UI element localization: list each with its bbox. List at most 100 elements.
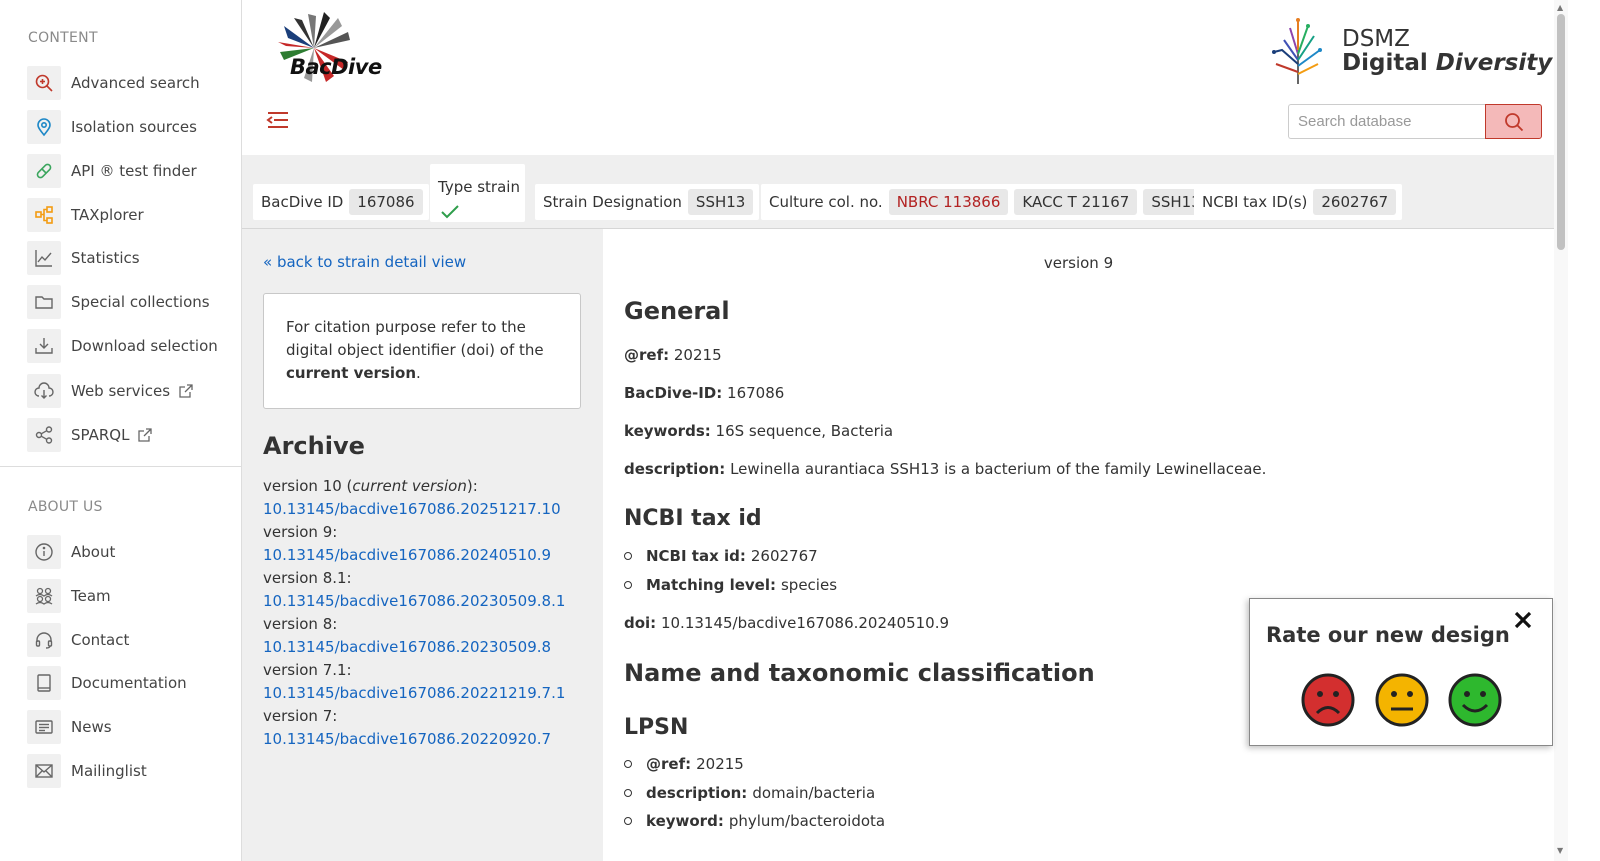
sidebar-item-label: News <box>71 718 112 736</box>
archive-doi-link[interactable]: 10.13145/bacdive167086.20230509.8 <box>263 636 565 659</box>
archive-title: Archive <box>263 432 365 460</box>
strain-designation-label: Strain Designation <box>543 193 682 211</box>
back-to-strain-link[interactable]: « back to strain detail view <box>263 253 466 271</box>
archive-doi-link[interactable]: 10.13145/bacdive167086.20240510.9 <box>263 544 565 567</box>
sidebar-item-sparql[interactable]: SPARQL <box>27 418 153 452</box>
scroll-up-arrow-icon[interactable]: ▲ <box>1557 3 1563 12</box>
sidebar-item-label: Team <box>71 587 111 605</box>
neutral-face-icon <box>1375 673 1429 727</box>
sidebar-item-label: Advanced search <box>71 74 200 92</box>
archive-version-label: version 9: <box>263 523 338 541</box>
page-scrollbar[interactable]: ▲ ▼ <box>1554 0 1568 861</box>
strip-info-bar: BacDive ID 167086 Type strain Strain Des… <box>242 155 1554 229</box>
citation-note: For citation purpose refer to the digita… <box>263 293 581 409</box>
cloud-download-icon <box>27 374 61 408</box>
field-label: keyword: <box>646 812 724 830</box>
dsmz-logo[interactable]: DSMZ Digital Diversity <box>1262 14 1552 86</box>
book-icon <box>27 666 61 700</box>
strain-designation-chip: Strain Designation SSH13 <box>535 184 760 220</box>
line-chart-icon <box>27 241 61 275</box>
type-strain-chip: Type strain <box>430 164 525 222</box>
sidebar: CONTENT Advanced search Isolation source… <box>0 0 242 861</box>
sidebar-item-label: About <box>71 543 116 561</box>
field-label: @ref: <box>646 755 692 773</box>
citation-end: . <box>416 364 421 382</box>
sidebar-item-contact[interactable]: Contact <box>27 623 129 657</box>
lpsn-keyword-item: keyword: phylum/bacteroidota <box>624 812 885 830</box>
lpsn-ref-item: @ref: 20215 <box>624 755 744 773</box>
field-value: species <box>780 576 838 594</box>
culture-number-link[interactable]: NBRC 113866 <box>888 189 1009 215</box>
sidebar-item-taxplorer[interactable]: TAXplorer <box>27 198 144 232</box>
map-pin-icon <box>27 110 61 144</box>
field-value: 167086 <box>727 384 785 402</box>
close-button[interactable] <box>1512 609 1534 631</box>
scroll-down-arrow-icon[interactable]: ▼ <box>1557 846 1563 855</box>
external-link-icon <box>137 427 153 443</box>
version-text: version 10 ( <box>263 477 353 495</box>
sidebar-item-label: Mailinglist <box>71 762 147 780</box>
sidebar-item-advanced-search[interactable]: Advanced search <box>27 66 200 100</box>
sidebar-item-special-collections[interactable]: Special collections <box>27 285 210 319</box>
archive-doi-link[interactable]: 10.13145/bacdive167086.20230509.8.1 <box>263 590 565 613</box>
sidebar-item-isolation-sources[interactable]: Isolation sources <box>27 110 197 144</box>
ncbi-label: NCBI tax ID(s) <box>1202 193 1308 211</box>
envelope-icon <box>27 754 61 788</box>
sidebar-item-mailinglist[interactable]: Mailinglist <box>27 754 147 788</box>
sidebar-item-label: Isolation sources <box>71 118 197 136</box>
folder-icon <box>27 285 61 319</box>
sidebar-item-label: Contact <box>71 631 130 649</box>
sidebar-item-about[interactable]: About <box>27 535 115 569</box>
happy-face-icon <box>1448 673 1502 727</box>
sidebar-item-web-services[interactable]: Web services <box>27 374 194 408</box>
sidebar-item-documentation[interactable]: Documentation <box>27 666 187 700</box>
bacdive-id-field: BacDive-ID: 167086 <box>624 384 784 402</box>
archive-list: version 10 (current version): 10.13145/b… <box>263 475 565 751</box>
doi-field: doi: 10.13145/bacdive167086.20240510.9 <box>624 614 949 632</box>
rate-neutral-button[interactable] <box>1375 673 1429 727</box>
rate-happy-button[interactable] <box>1448 673 1502 727</box>
bacdive-logo[interactable]: BacDive <box>264 10 382 90</box>
sidebar-item-news[interactable]: News <box>27 710 112 744</box>
hierarchy-icon <box>27 198 61 232</box>
rating-popup: Rate our new design <box>1249 598 1553 746</box>
ncbi-tax-chip: NCBI tax ID(s) 2602767 <box>1194 184 1403 220</box>
field-value: 20215 <box>673 346 722 364</box>
field-label: BacDive-ID: <box>624 384 723 402</box>
field-label: description: <box>646 784 748 802</box>
menu-collapse-button[interactable] <box>266 108 290 132</box>
search-input[interactable] <box>1288 104 1486 139</box>
archive-version-label: version 10 (current version): <box>263 475 565 498</box>
archive-version-label: version 8.1: <box>263 569 352 587</box>
content-section-title: CONTENT <box>28 30 98 46</box>
lpsn-heading: LPSN <box>624 715 689 740</box>
field-label: description: <box>624 460 726 478</box>
dsmz-subtitle: Digital Diversity <box>1342 50 1552 76</box>
menu-collapse-icon <box>266 112 288 128</box>
general-heading: General <box>624 297 730 325</box>
sidebar-item-team[interactable]: Team <box>27 579 111 613</box>
bacdive-id-value: 167086 <box>349 189 423 215</box>
sidebar-item-statistics[interactable]: Statistics <box>27 241 140 275</box>
sidebar-item-api-test-finder[interactable]: API ® test finder <box>27 154 197 188</box>
scrollbar-thumb[interactable] <box>1557 14 1565 250</box>
archive-version-label: version 7.1: <box>263 661 352 679</box>
search-button[interactable] <box>1485 104 1542 139</box>
field-value: 2602767 <box>750 547 818 565</box>
culture-label: Culture col. no. <box>769 193 883 211</box>
field-value: domain/bacteria <box>752 784 876 802</box>
sidebar-item-download-selection[interactable]: Download selection <box>27 329 218 363</box>
rate-sad-button[interactable] <box>1301 673 1355 727</box>
archive-doi-link[interactable]: 10.13145/bacdive167086.20251217.10 <box>263 498 565 521</box>
archive-doi-link[interactable]: 10.13145/bacdive167086.20221219.7.1 <box>263 682 565 705</box>
main-content: version 9 General @ref: 20215 BacDive-ID… <box>603 229 1554 861</box>
sidebar-item-label: Documentation <box>71 674 187 692</box>
search-icon <box>1504 112 1523 131</box>
zoom-in-icon <box>27 66 61 100</box>
ncbi-value: 2602767 <box>1313 189 1397 215</box>
newspaper-icon <box>27 710 61 744</box>
archive-doi-link[interactable]: 10.13145/bacdive167086.20220920.7 <box>263 728 565 751</box>
sidebar-item-label: TAXplorer <box>71 206 144 224</box>
citation-text: For citation purpose refer to the digita… <box>286 318 544 359</box>
header: BacDive DSMZ Digital Diversity <box>242 0 1554 155</box>
